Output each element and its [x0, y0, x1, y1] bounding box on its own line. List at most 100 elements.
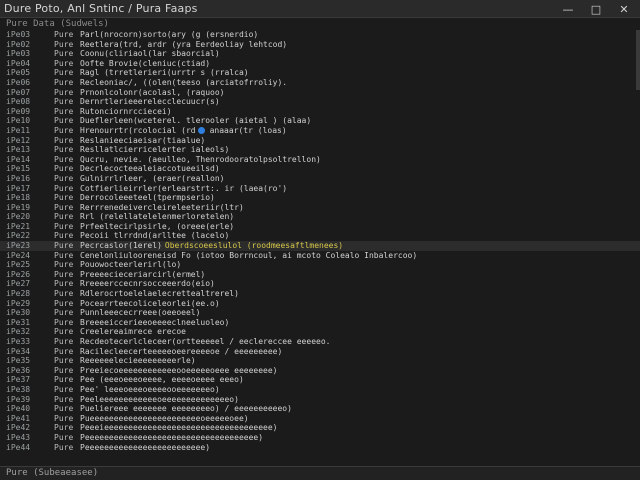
row-kind: Pure: [54, 308, 74, 318]
row-text: Rrl (relellatelelenmerloretelen): [80, 212, 640, 222]
row-id: iPe40: [6, 404, 31, 414]
list-item[interactable]: iPe25 Pure Pouowocteerlerirl(lo): [0, 260, 640, 270]
list-item[interactable]: iPe03 Pure Coonu(cliriaol(lar sbaorcial): [0, 49, 640, 59]
row-text-main: Prfeeltecirlpsirle, (oreee(erle): [80, 221, 235, 231]
row-text-main: Breeeeiccerieeoeeeeclneeluoleo): [80, 317, 230, 327]
list-item[interactable]: iPe11 Pure Hrenourrtr(rcolocial (rd anaaar(…: [0, 126, 640, 136]
list-item[interactable]: iPe40 Pure Pueliereee eeeeeee eeeeeeeeo) /…: [0, 404, 640, 414]
list-item[interactable]: iPe35 Pure Reeeeeelecieeeeeeeeerle): [0, 356, 640, 366]
list-item[interactable]: iPe20 Pure Rrl (relellatelelenmerloretelen…: [0, 212, 640, 222]
row-id: iPe23: [6, 241, 31, 251]
row-kind: Pure: [54, 365, 74, 375]
list-item[interactable]: iPe30 Pure Punnleeececrreee(oeeoeel): [0, 308, 640, 318]
row-text: Reslanieeciaeisar(tiaalue): [80, 136, 640, 146]
list-item[interactable]: iPe13 Pure Resllatlcierricelerter ialeols): [0, 145, 640, 155]
row-text-main: Cotfierlieirrler(erlearstrt:. ir (laea(r…: [80, 183, 288, 193]
list-item[interactable]: iPe34 Pure Racilecleecerteeeeeoeereeeeoe /…: [0, 347, 640, 357]
list-item[interactable]: iPe44 Pure Peeeeeeeeeeeeeeeeeeeeeeeee): [0, 443, 640, 453]
row-text: Prfeeltecirlpsirle, (oreee(erle): [80, 222, 640, 232]
list-item[interactable]: iPe42 Pure Peeeieeeeeeeeeeeeeeeeeeeeeeeeee…: [0, 423, 640, 433]
list-item[interactable]: iPe37 Pure Pee (eeeoeeeoeeee, eeeeoeeee ee…: [0, 375, 640, 385]
list-item[interactable]: iPe41 Pure Pueeeeeeeeeeeeeeeeeeeeeeeoeeeee…: [0, 414, 640, 424]
row-id: iPe14: [6, 154, 31, 164]
row-id: iPe11: [6, 125, 31, 135]
list-item[interactable]: iPe08 Pure Dernrtlerieeerelecclecuucr(s): [0, 97, 640, 107]
row-text: Preeiecoeeeeeeeeeeeeooeeeeeoeee eeeeeeee…: [80, 366, 640, 376]
list-item[interactable]: iPe26 Pure Preeeecieceriarcirl(ermel): [0, 270, 640, 280]
list-item[interactable]: iPe04 Pure Oofte Brovie(cleniuc(ctiad): [0, 59, 640, 69]
row-kind: Pure: [54, 116, 74, 126]
maximize-icon[interactable]: □: [582, 0, 610, 18]
close-icon[interactable]: ✕: [610, 0, 638, 18]
minimize-icon[interactable]: —: [554, 0, 582, 18]
row-kind: Pure: [54, 289, 74, 299]
row-id: iPe34: [6, 346, 31, 356]
list-item[interactable]: iPe19 Pure Rerrrenedeivercleireleeteriir(l…: [0, 203, 640, 213]
scrollbar-thumb[interactable]: [636, 30, 640, 90]
row-kind: Pure: [54, 193, 74, 203]
list-item[interactable]: iPe16 Pure Gulnirrlrleer, (eraer(reallon): [0, 174, 640, 184]
list-item[interactable]: iPe15 Pure Decrlecocteealeiaccotueeilsd): [0, 164, 640, 174]
row-id: iPe03: [6, 49, 31, 59]
row-kind: Pure: [54, 241, 74, 251]
row-text-main: Reslanieeciaeisar(tiaalue): [80, 135, 206, 145]
row-id: iPe26: [6, 269, 31, 279]
list-item[interactable]: iPe33 Pure Recdeotecerlcleceer(ortteeeeel …: [0, 337, 640, 347]
row-text-main: Pee (eeeoeeeoeeee, eeeeoeeee eeeo): [80, 375, 244, 385]
row-kind: Pure: [54, 356, 74, 366]
row-text-main: Ragl (trretlerieri(urrtr s (rralca): [80, 68, 249, 78]
list-item[interactable]: iPe43 Pure Peeeeeeeeeeeeeeeeeeeeeeeeeeeeee…: [0, 433, 640, 443]
list-item[interactable]: iPe18 Pure Derrocoleeeteel(tpermpserio): [0, 193, 640, 203]
row-text-main: Oofte Brovie(cleniuc(ctiad): [80, 58, 211, 68]
list-item[interactable]: iPe27 Pure Rreeeerccecnrsocceeerdo(eio): [0, 279, 640, 289]
list-item[interactable]: iPe03 Pure Parl(nrocorn)sorto(ary (g (ersn…: [0, 30, 640, 40]
row-kind: Pure: [54, 317, 74, 327]
row-text-main: Peeeeeeeeeeeeeeeeeeeeeeeee): [80, 442, 211, 452]
row-id: iPe30: [6, 308, 31, 318]
list-item[interactable]: iPe39 Pure Peeleeeeeeeeeeeeoeeeeeeeeeeeeee…: [0, 395, 640, 405]
list-item[interactable]: iPe23 Pure Pecrcaslor(1erel) Oberdscoeeslul…: [0, 241, 640, 251]
row-id: iPe06: [6, 77, 31, 87]
row-text: Pee' leeeoeeeoeeeeooeeeeeeeo): [80, 385, 640, 395]
row-id: iPe41: [6, 413, 31, 423]
row-id: iPe32: [6, 327, 31, 337]
list-item[interactable]: iPe14 Pure Qucru, nevie. (aeulleo, Thenrod…: [0, 155, 640, 165]
row-kind: Pure: [54, 298, 74, 308]
list-item[interactable]: iPe05 Pure Ragl (trretlerieri(urrtr s (rra…: [0, 68, 640, 78]
row-text: Recleoniac/, ((olen(teeso (arciatofrroli…: [80, 78, 640, 88]
row-text-main: Punnleeececrreee(oeeoeel): [80, 308, 201, 318]
row-text-main: Parl(nrocorn)sorto(ary (g (ersnerdio): [80, 30, 259, 39]
list-item[interactable]: iPe22 Pure Pecoii tlrrdnd(arlltee (lacelo): [0, 231, 640, 241]
list-item[interactable]: iPe09 Pure Rutonciornrcciecei): [0, 107, 640, 117]
list-item[interactable]: iPe07 Pure Prnonlcolonr(acolasl, (raquoo): [0, 88, 640, 98]
list-item[interactable]: iPe02 Pure Reetlera(trd, ardr (yra Eerdeol…: [0, 40, 640, 50]
list-item[interactable]: iPe10 Pure Dueflerleen(wceterel. tlerooler…: [0, 116, 640, 126]
row-kind: Pure: [54, 183, 74, 193]
row-id: iPe17: [6, 183, 31, 193]
row-kind: Pure: [54, 164, 74, 174]
row-text-main: Pecoii tlrrdnd(arlltee (lacelo): [80, 231, 230, 241]
row-kind: Pure: [54, 260, 74, 270]
row-text-main: Pocearrteecoliceleorlei(ee.o): [80, 298, 220, 308]
row-kind: Pure: [54, 250, 74, 260]
list-item[interactable]: iPe29 Pure Pocearrteecoliceleorlei(ee.o): [0, 299, 640, 309]
row-text: Pecrcaslor(1erel) Oberdscoeeslulol (roodm…: [80, 241, 640, 251]
list-item[interactable]: iPe24 Pure Cenelonliulooreneisd Fo (iotoo …: [0, 251, 640, 261]
list-item[interactable]: iPe38 Pure Pee' leeeoeeeoeeeeooeeeeeeeo): [0, 385, 640, 395]
list-item[interactable]: iPe12 Pure Reslanieeciaeisar(tiaalue): [0, 136, 640, 146]
list-item[interactable]: iPe36 Pure Preeiecoeeeeeeeeeeeeooeeeeeoeee…: [0, 366, 640, 376]
row-id: iPe35: [6, 356, 31, 366]
list-item[interactable]: iPe31 Pure Breeeeiccerieeoeeeeclneeluoleo): [0, 318, 640, 328]
row-text-main: Peeeieeeeeeeeeeeeeeeeeeeeeeeeeeeeeeeeeee…: [80, 423, 278, 433]
list-item[interactable]: iPe28 Pure Rdlerocrtoelelaelecrettealtrere…: [0, 289, 640, 299]
row-text-main: Pueeeeeeeeeeeeeeeeeeeeeeeoeeeeeoee): [80, 413, 249, 423]
list-item[interactable]: iPe32 Pure Creelereaimrece erecoe: [0, 327, 640, 337]
row-kind: Pure: [54, 154, 74, 164]
log-list[interactable]: iPe03 Pure Parl(nrocorn)sorto(ary (g (ersn…: [0, 30, 640, 462]
list-item[interactable]: iPe06 Pure Recleoniac/, ((olen(teeso (arci…: [0, 78, 640, 88]
row-text: Resllatlcierricelerter ialeols): [80, 145, 640, 155]
row-kind: Pure: [54, 394, 74, 404]
row-kind: Pure: [54, 375, 74, 385]
list-item[interactable]: iPe17 Pure Cotfierlieirrler(erlearstrt:. i…: [0, 184, 640, 194]
list-item[interactable]: iPe21 Pure Prfeeltecirlpsirle, (oreee(erle…: [0, 222, 640, 232]
